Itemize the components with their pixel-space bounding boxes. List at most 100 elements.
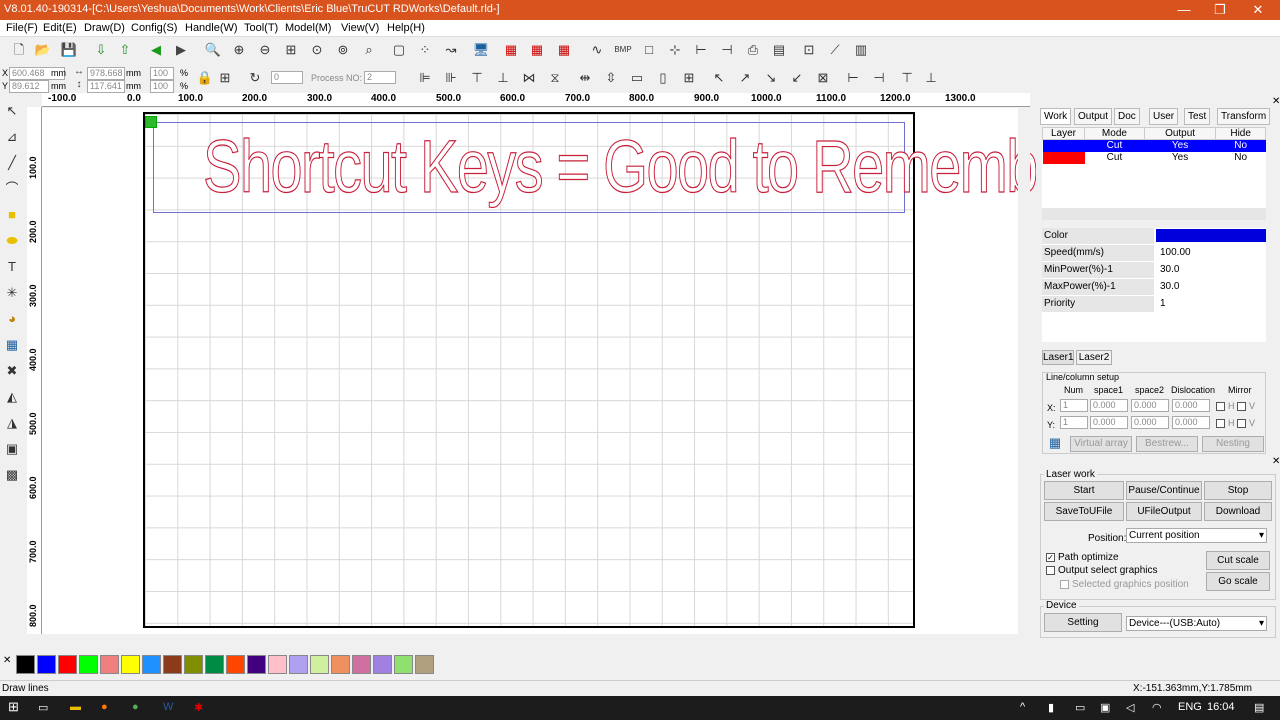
- print-icon[interactable]: ⎙: [744, 41, 762, 59]
- canvas-text[interactable]: Shortcut Keys = Good to Remember: [203, 124, 1088, 209]
- frame-icon[interactable]: ▢: [390, 41, 408, 59]
- tab-output[interactable]: Output: [1074, 108, 1113, 125]
- color-swatch[interactable]: [142, 655, 161, 674]
- node-edit-icon[interactable]: ⊿: [3, 128, 21, 147]
- apply-icon[interactable]: ⊞: [216, 69, 234, 87]
- align-bottom-icon[interactable]: ⊥: [494, 69, 512, 87]
- save-icon[interactable]: 💾: [60, 41, 78, 59]
- windows-start-icon[interactable]: ⊞: [8, 699, 19, 715]
- zoom-icon[interactable]: 🔍: [204, 41, 222, 59]
- menu-handle[interactable]: Handle(W): [185, 22, 238, 34]
- lock-icon[interactable]: 🔒: [196, 69, 214, 87]
- point-icon[interactable]: ⁘: [416, 41, 434, 59]
- work-area[interactable]: Shortcut Keys = Good to Remember: [143, 112, 1087, 628]
- tab-work[interactable]: Work: [1040, 108, 1072, 125]
- color-swatch[interactable]: [394, 655, 413, 674]
- firefox-icon[interactable]: ●: [101, 701, 108, 713]
- bestrew-button[interactable]: Bestrew...: [1136, 436, 1198, 452]
- ufile-output-button[interactable]: UFileOutput: [1126, 502, 1202, 521]
- file-explorer-icon[interactable]: ▬: [70, 701, 81, 713]
- tab-doc[interactable]: Doc: [1114, 108, 1140, 125]
- same-width-icon[interactable]: ⇹: [576, 69, 594, 87]
- virtual-array-button[interactable]: Virtual array: [1070, 436, 1132, 452]
- drawing-canvas[interactable]: Shortcut Keys = Good to Remember: [42, 108, 1087, 634]
- rotate-field[interactable]: 0: [271, 71, 303, 84]
- path-icon[interactable]: ↝: [442, 41, 460, 59]
- dist-bottom-icon[interactable]: ⊥: [922, 69, 940, 87]
- mirror-v-icon[interactable]: ◮: [3, 414, 21, 433]
- line-tool-icon[interactable]: ╱: [3, 154, 21, 173]
- bmp-icon[interactable]: BMP: [614, 41, 632, 59]
- dist-top-icon[interactable]: ⊤: [898, 69, 916, 87]
- rotate-icon[interactable]: ↻: [246, 69, 264, 87]
- select-all-icon[interactable]: ▦: [502, 41, 520, 59]
- position-select[interactable]: Current position ▾: [1126, 528, 1267, 543]
- print-tool-icon[interactable]: ▣: [3, 440, 21, 459]
- color-swatch[interactable]: [415, 655, 434, 674]
- tab-transform[interactable]: Transform: [1217, 108, 1271, 125]
- color-swatch[interactable]: [226, 655, 245, 674]
- setting-button[interactable]: Setting: [1044, 613, 1122, 632]
- rdworks-icon[interactable]: ✱: [194, 701, 203, 714]
- go-scale-button[interactable]: Go scale: [1206, 572, 1270, 591]
- tab-user[interactable]: User: [1149, 108, 1179, 125]
- download-button[interactable]: Download: [1204, 502, 1272, 521]
- array-y-space2[interactable]: 0.000: [1131, 416, 1169, 429]
- move-bl-icon[interactable]: ↙: [788, 69, 806, 87]
- color-swatch[interactable]: [184, 655, 203, 674]
- color-swatch[interactable]: [16, 655, 35, 674]
- volume-icon[interactable]: ◁: [1126, 701, 1134, 714]
- color-swatch[interactable]: [247, 655, 266, 674]
- close-button[interactable]: ✕: [1240, 0, 1276, 20]
- color-swatch[interactable]: [310, 655, 329, 674]
- width-percent-field[interactable]: 100: [150, 67, 174, 80]
- prop-maxpower[interactable]: MaxPower(%)-1 30.0: [1042, 279, 1266, 295]
- move-center-icon[interactable]: ⊠: [814, 69, 832, 87]
- color-swatch[interactable]: [352, 655, 371, 674]
- save-to-ufile-button[interactable]: SaveToUFile: [1044, 502, 1124, 521]
- align-vcenter-icon[interactable]: ⧖: [546, 69, 564, 87]
- menu-help[interactable]: Help(H): [387, 22, 425, 34]
- array-y-space1[interactable]: 0.000: [1090, 416, 1128, 429]
- open-file-icon[interactable]: 📂: [34, 41, 52, 59]
- task-view-icon[interactable]: ▭: [38, 701, 48, 714]
- tray-up-icon[interactable]: ^: [1020, 701, 1025, 713]
- y-position-field[interactable]: 89.612: [9, 80, 49, 93]
- rect-tool-icon[interactable]: □: [640, 41, 658, 59]
- color-swatch[interactable]: [163, 655, 182, 674]
- equal-space-icon[interactable]: ▯: [654, 69, 672, 87]
- tab-laser2[interactable]: Laser2: [1076, 350, 1112, 365]
- selected-position-checkbox[interactable]: Selected graphics position: [1060, 579, 1189, 590]
- tab-laser1[interactable]: Laser1: [1042, 350, 1074, 365]
- menu-config[interactable]: Config(S): [131, 22, 177, 34]
- mirror-y[interactable]: H V: [1216, 418, 1255, 429]
- width-field[interactable]: 978.668: [87, 67, 125, 80]
- import-icon[interactable]: ⇩: [92, 41, 110, 59]
- color-swatch[interactable]: [121, 655, 140, 674]
- color-swatch[interactable]: [79, 655, 98, 674]
- color-swatch[interactable]: [268, 655, 287, 674]
- color-swatch[interactable]: [331, 655, 350, 674]
- dist-right-icon[interactable]: ⊣: [870, 69, 888, 87]
- array-x-dislocation[interactable]: 0.000: [1172, 399, 1210, 412]
- center-icon[interactable]: ⊞: [680, 69, 698, 87]
- select-tool-icon[interactable]: ↖: [3, 102, 21, 121]
- color-swatch[interactable]: [100, 655, 119, 674]
- tab-test[interactable]: Test: [1184, 108, 1211, 125]
- menu-file[interactable]: File(F): [6, 22, 38, 34]
- undo-icon[interactable]: ◀: [147, 41, 165, 59]
- pause-continue-button[interactable]: Pause/Continue: [1126, 481, 1202, 500]
- height-percent-field[interactable]: 100: [150, 80, 174, 93]
- prop-value[interactable]: 30.0: [1156, 279, 1266, 295]
- array-x-num[interactable]: 1: [1060, 399, 1088, 412]
- clock[interactable]: 16:04: [1207, 701, 1235, 713]
- array-x-space2[interactable]: 0.000: [1131, 399, 1169, 412]
- layer-hscroll[interactable]: [1042, 208, 1266, 220]
- array-y-num[interactable]: 1: [1060, 416, 1088, 429]
- move-tr-icon[interactable]: ↗: [736, 69, 754, 87]
- device-select[interactable]: Device---(USB:Auto) ▾: [1126, 616, 1267, 631]
- doc-icon[interactable]: ▤: [770, 41, 788, 59]
- color-swatch[interactable]: [205, 655, 224, 674]
- color-swatch[interactable]: [58, 655, 77, 674]
- prop-color-value[interactable]: [1156, 229, 1266, 242]
